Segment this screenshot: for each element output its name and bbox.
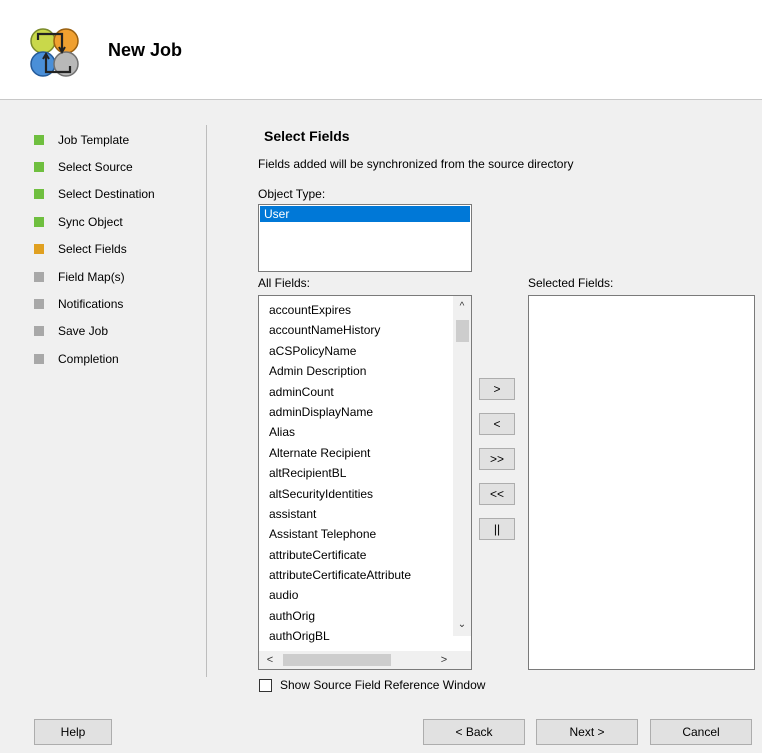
wizard-header: New Job: [0, 0, 762, 100]
back-button[interactable]: < Back: [423, 719, 525, 745]
object-type-label: Object Type:: [258, 187, 326, 201]
selected-fields-list[interactable]: [528, 295, 755, 670]
next-button[interactable]: Next >: [536, 719, 638, 745]
add-all-fields-button[interactable]: >>: [479, 448, 515, 470]
field-list-item[interactable]: accountNameHistory: [269, 320, 449, 340]
all-fields-horizontal-scrollbar[interactable]: < >: [259, 651, 455, 669]
step-status-icon: [34, 299, 44, 310]
step-status-icon: [34, 353, 44, 364]
all-fields-vertical-scrollbar[interactable]: ^ ⌄: [453, 296, 471, 636]
field-list-item[interactable]: assistant: [269, 504, 449, 524]
field-list-item[interactable]: Admin Description: [269, 361, 449, 381]
field-list-item[interactable]: altSecurityIdentities: [269, 484, 449, 504]
section-title: Select Fields: [264, 128, 350, 144]
object-type-item-user[interactable]: User: [260, 206, 470, 222]
field-list-item[interactable]: attributeCertificate: [269, 545, 449, 565]
step-select-destination: Select Destination: [34, 181, 204, 208]
field-list-item[interactable]: accountExpires: [269, 300, 449, 320]
step-status-icon: [34, 244, 44, 255]
field-list-item[interactable]: authOrig: [269, 606, 449, 626]
object-type-list[interactable]: User: [258, 204, 472, 272]
step-field-map-s: Field Map(s): [34, 263, 204, 290]
step-label: Select Source: [58, 160, 133, 175]
scroll-left-icon[interactable]: <: [261, 651, 279, 669]
step-sync-object: Sync Object: [34, 208, 204, 235]
field-list-item[interactable]: Assistant Telephone: [269, 524, 449, 544]
field-list-item[interactable]: aCSPolicyName: [269, 341, 449, 361]
step-label: Save Job: [58, 324, 109, 339]
step-label: Field Map(s): [58, 269, 125, 284]
selected-fields-label: Selected Fields:: [528, 276, 614, 290]
field-list-item[interactable]: adminDisplayName: [269, 402, 449, 422]
field-list-item[interactable]: audio: [269, 585, 449, 605]
horizontal-scroll-thumb[interactable]: [283, 654, 391, 666]
vertical-scroll-thumb[interactable]: [456, 320, 469, 342]
field-list-item[interactable]: adminCount: [269, 382, 449, 402]
step-label: Job Template: [58, 132, 130, 147]
show-reference-window-option[interactable]: Show Source Field Reference Window: [259, 678, 485, 692]
all-fields-label: All Fields:: [258, 276, 311, 290]
scrollbar-corner: [453, 651, 471, 669]
step-select-fields: Select Fields: [34, 236, 204, 263]
show-reference-checkbox[interactable]: [259, 678, 272, 692]
scroll-down-icon[interactable]: ⌄: [453, 616, 471, 634]
step-completion: Completion: [34, 345, 204, 372]
field-list-item[interactable]: attributeCertificateAttribute: [269, 565, 449, 585]
wizard-steps: Job Template Select Source Select Destinat…: [34, 126, 204, 373]
step-label: Notifications: [58, 297, 124, 312]
wizard-title: New Job: [108, 40, 183, 60]
cancel-button[interactable]: Cancel: [650, 719, 752, 745]
add-field-button[interactable]: >: [479, 378, 515, 400]
step-label: Select Destination: [58, 187, 155, 202]
step-job-template: Job Template: [34, 126, 204, 153]
step-status-icon: [34, 326, 44, 337]
step-status-icon: [34, 216, 44, 227]
step-select-source: Select Source: [34, 153, 204, 180]
remove-all-fields-button[interactable]: <<: [479, 483, 515, 505]
new-job-wizard: New Job Job Template Select Source Select …: [0, 0, 762, 753]
field-list-item[interactable]: authOrigBL: [269, 626, 449, 646]
scroll-up-icon[interactable]: ^: [453, 298, 471, 316]
section-description: Fields added will be synchronized from t…: [258, 157, 574, 171]
all-fields-list[interactable]: accountExpires accountNameHistory aCSPolic…: [258, 295, 472, 670]
pause-button[interactable]: ||: [479, 518, 515, 540]
step-label: Select Fields: [58, 242, 127, 257]
field-list-item[interactable]: altRecipientBL: [269, 463, 449, 483]
show-reference-label: Show Source Field Reference Window: [280, 678, 486, 692]
step-notifications: Notifications: [34, 290, 204, 317]
field-list-item[interactable]: Alternate Recipient: [269, 443, 449, 463]
help-button[interactable]: Help: [34, 719, 112, 745]
field-list-item[interactable]: Alias: [269, 422, 449, 442]
all-fields-items: accountExpires accountNameHistory aCSPolic…: [269, 300, 449, 647]
step-status-icon: [34, 162, 44, 173]
step-status-icon: [34, 134, 44, 145]
step-label: Sync Object: [58, 214, 123, 229]
step-status-icon: [34, 271, 44, 282]
step-label: Completion: [58, 351, 119, 366]
remove-field-button[interactable]: <: [479, 413, 515, 435]
step-save-job: Save Job: [34, 318, 204, 345]
steps-divider: [206, 125, 207, 677]
scroll-right-icon[interactable]: >: [435, 651, 453, 669]
step-status-icon: [34, 189, 44, 200]
sync-circles-logo-icon: [30, 28, 79, 77]
